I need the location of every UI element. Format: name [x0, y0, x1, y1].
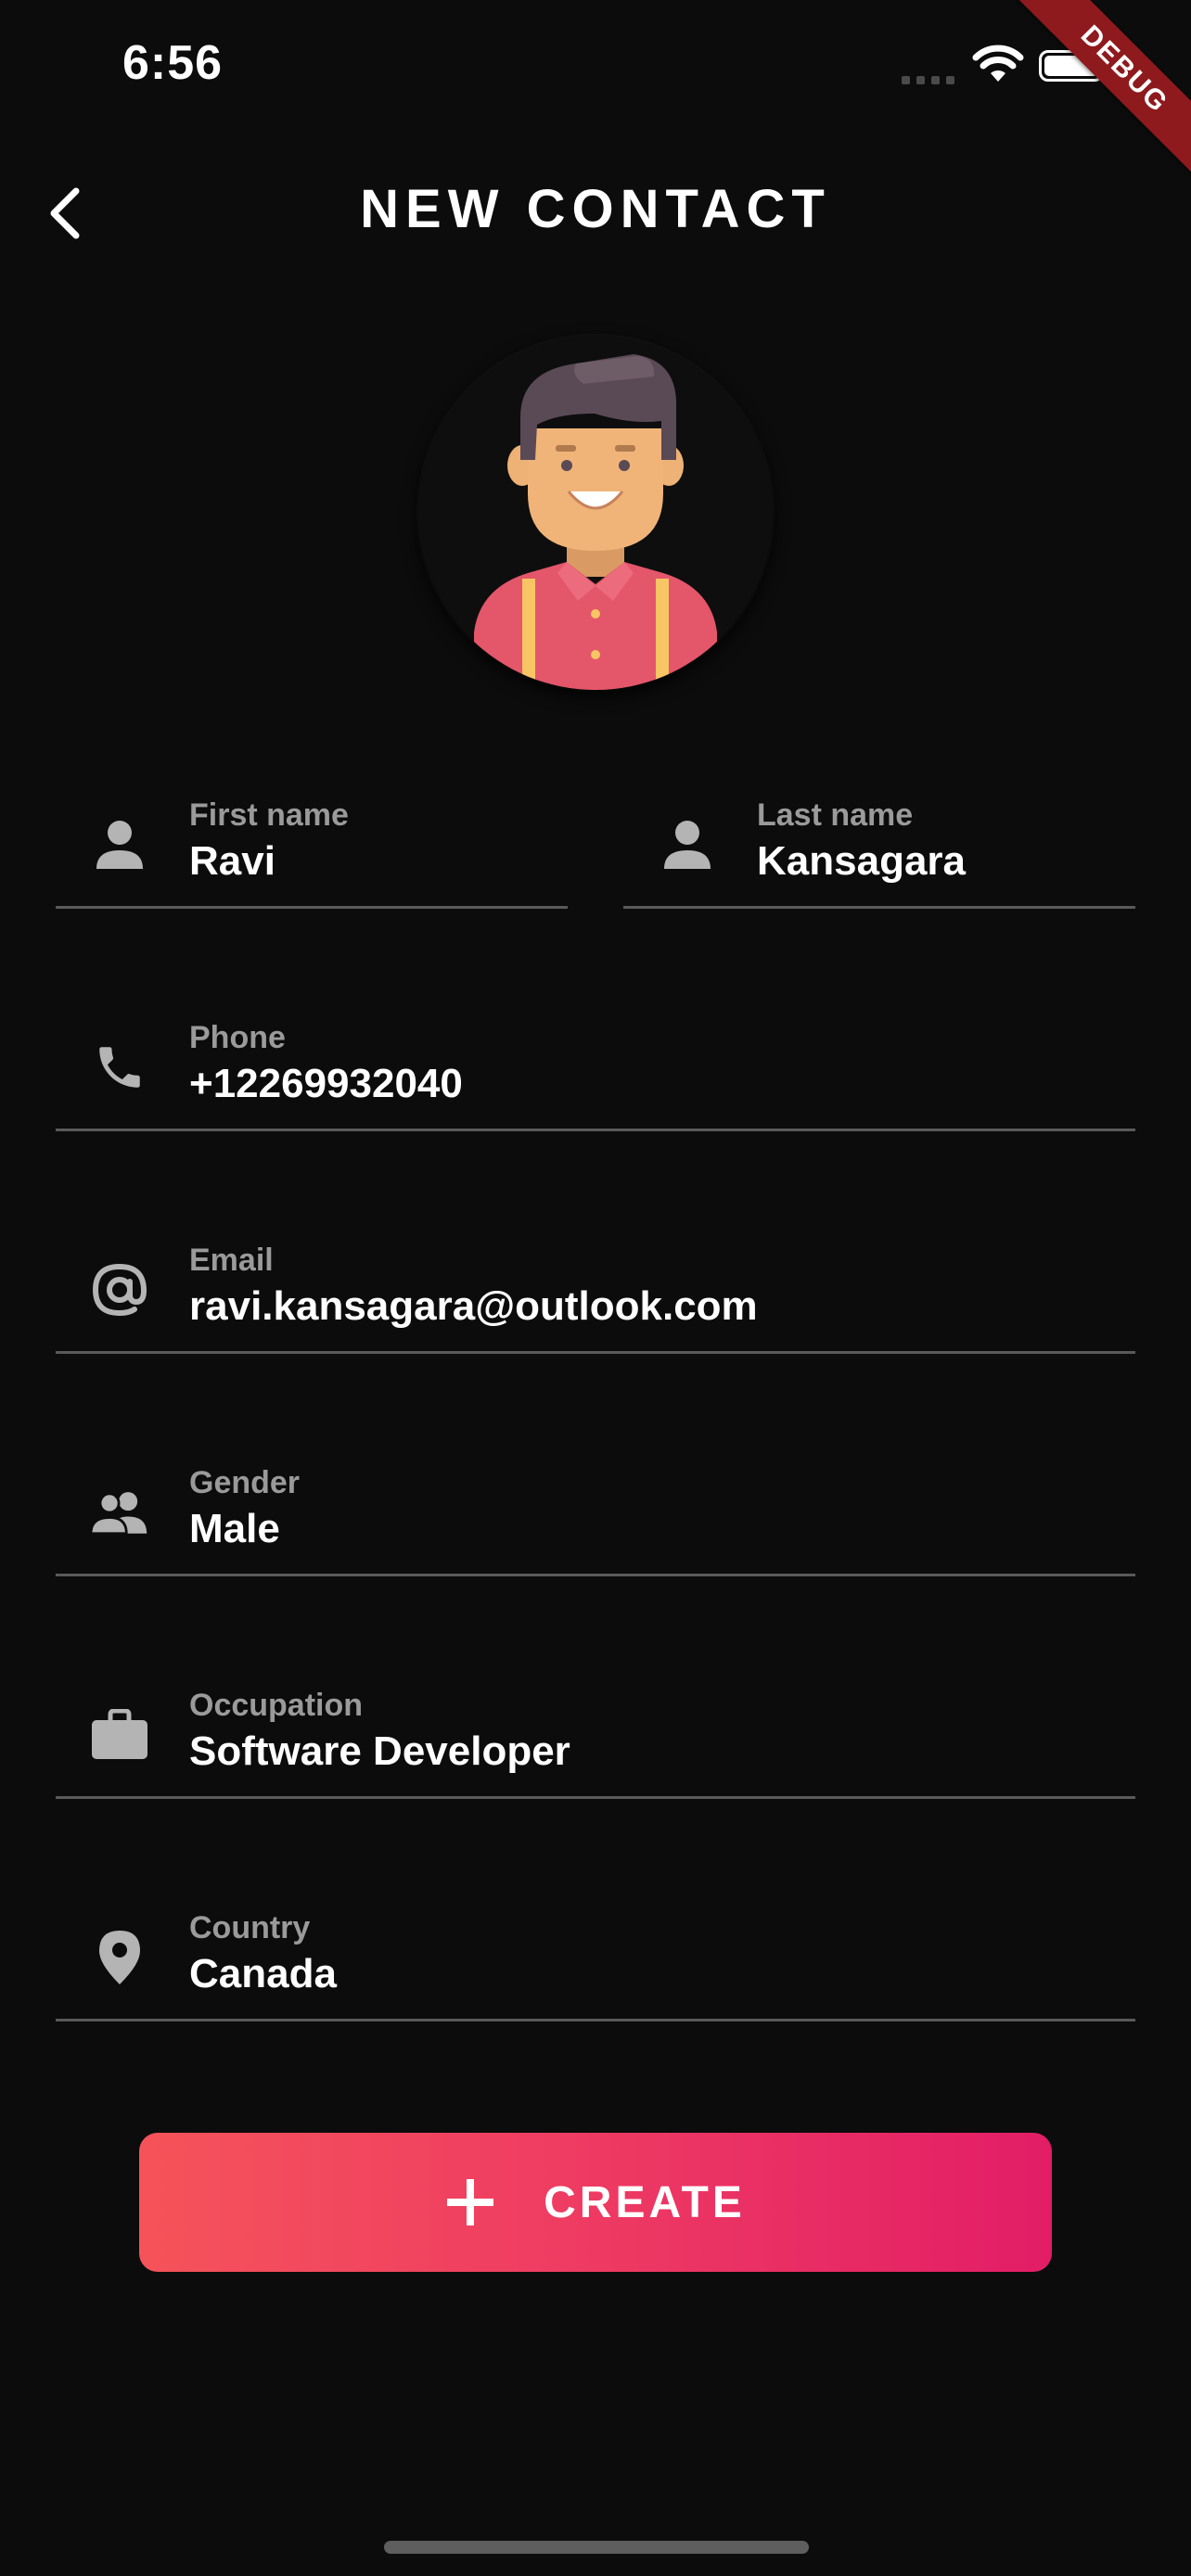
gender-field[interactable]: Gender Male: [56, 1428, 1135, 1576]
country-label: Country: [189, 1910, 311, 1945]
at-icon: [91, 1261, 148, 1319]
briefcase-icon: [91, 1706, 148, 1764]
wifi-icon: [972, 45, 1024, 88]
occupation-label: Occupation: [189, 1688, 364, 1723]
gender-label: Gender: [189, 1465, 301, 1500]
avatar[interactable]: [418, 336, 773, 690]
gender-value: Male: [189, 1506, 280, 1551]
last-name-field[interactable]: Last name Kansagara: [623, 760, 1135, 909]
phone-value: +12269932040: [189, 1061, 463, 1106]
phone-icon: [91, 1039, 148, 1096]
last-name-label: Last name: [757, 797, 914, 833]
last-name-value: Kansagara: [757, 838, 967, 884]
country-field[interactable]: Country Canada: [56, 1873, 1135, 2021]
email-field[interactable]: Email ravi.kansagara@outlook.com: [56, 1205, 1135, 1354]
home-indicator[interactable]: [384, 2541, 809, 2554]
occupation-field[interactable]: Occupation Software Developer: [56, 1651, 1135, 1799]
page-title: NEW CONTACT: [360, 179, 831, 239]
cellular-signal-icon: [902, 76, 954, 84]
phone-label: Phone: [189, 1020, 286, 1055]
occupation-value: Software Developer: [189, 1728, 570, 1774]
first-name-label: First name: [189, 797, 349, 833]
location-pin-icon: [91, 1929, 148, 1986]
email-value: ravi.kansagara@outlook.com: [189, 1283, 758, 1329]
country-value: Canada: [189, 1951, 337, 1996]
first-name-value: Ravi: [189, 838, 275, 884]
phone-field[interactable]: Phone +12269932040: [56, 983, 1135, 1131]
person-icon: [659, 816, 716, 874]
person-icon: [91, 816, 148, 874]
plus-icon: [447, 2179, 494, 2225]
create-button[interactable]: CREATE: [139, 2133, 1052, 2272]
debug-label: DEBUG: [1074, 19, 1174, 120]
status-time: 6:56: [122, 36, 224, 90]
male-avatar-illustration: [474, 354, 717, 690]
app-bar: NEW CONTACT: [0, 139, 1191, 278]
email-label: Email: [189, 1243, 274, 1278]
status-bar: 6:56 DEBUG: [0, 0, 1191, 206]
people-icon: [91, 1484, 148, 1541]
first-name-field[interactable]: First name Ravi: [56, 760, 568, 909]
create-label: CREATE: [544, 2177, 746, 2227]
